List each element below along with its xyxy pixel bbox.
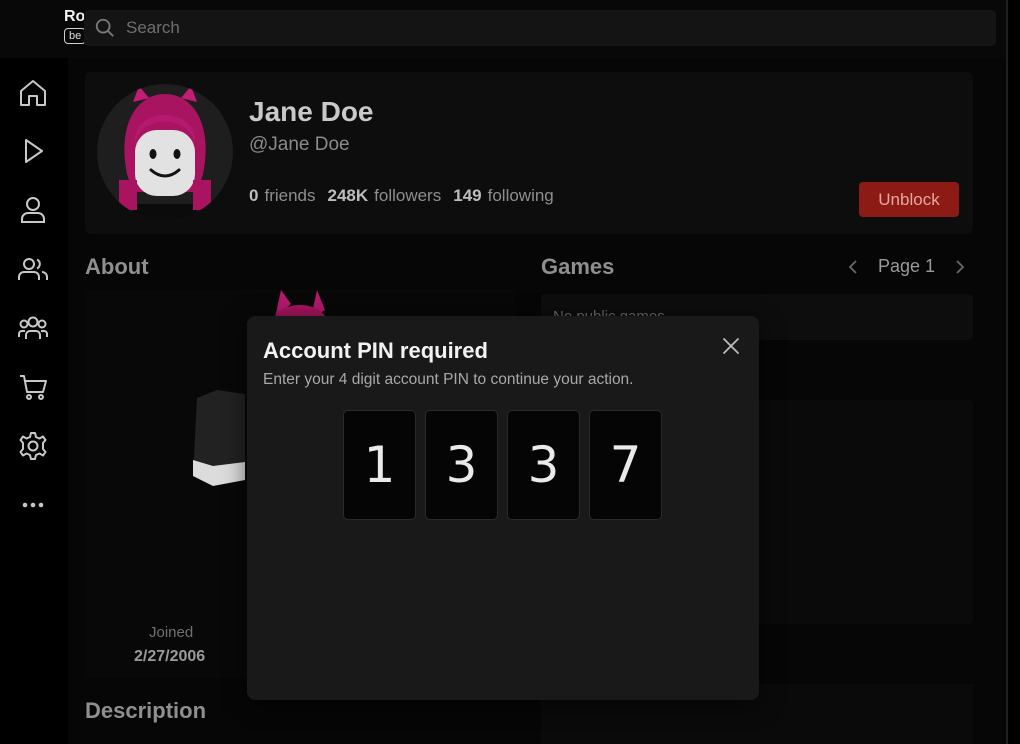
joined-date: 2/27/2006 bbox=[134, 648, 206, 665]
avatar[interactable] bbox=[97, 84, 233, 220]
chevron-left-icon[interactable] bbox=[844, 258, 862, 276]
profile-handle: @Jane Doe bbox=[249, 134, 350, 155]
sidebar-item-more[interactable] bbox=[15, 487, 51, 523]
profile-display-name: Jane Doe bbox=[249, 96, 374, 127]
close-icon bbox=[723, 338, 739, 354]
following-stat[interactable]: 149 following bbox=[453, 186, 554, 206]
sidebar-item-friends[interactable] bbox=[15, 251, 51, 287]
pin-input-group: 1 3 3 7 bbox=[343, 410, 662, 520]
modal-title: Account PIN required bbox=[263, 338, 488, 363]
groups-icon bbox=[18, 316, 48, 339]
person-icon bbox=[21, 197, 45, 223]
followers-stat[interactable]: 248K followers bbox=[328, 186, 442, 206]
friends-stat[interactable]: 0 friends bbox=[249, 186, 316, 206]
avatar-image bbox=[119, 86, 211, 220]
sidebar-item-profile[interactable] bbox=[15, 192, 51, 228]
pin-modal: Account PIN required Enter your 4 digit … bbox=[247, 316, 759, 700]
pin-digit-input[interactable]: 7 bbox=[589, 410, 662, 520]
following-label: following bbox=[487, 186, 554, 205]
following-count: 149 bbox=[453, 186, 482, 205]
unblock-button[interactable]: Unblock bbox=[859, 182, 959, 217]
games-pager: Page 1 bbox=[844, 256, 969, 277]
followers-count: 248K bbox=[327, 186, 369, 205]
sidebar-item-play[interactable] bbox=[15, 133, 51, 169]
search-bar[interactable] bbox=[84, 10, 996, 46]
friends-label: friends bbox=[264, 186, 316, 205]
games-title: Games bbox=[541, 254, 615, 279]
top-bar: Ro be bbox=[0, 0, 1006, 58]
home-icon bbox=[20, 80, 46, 106]
play-icon bbox=[25, 139, 43, 163]
pin-digit-input[interactable]: 1 bbox=[343, 410, 416, 520]
sidebar-item-settings[interactable] bbox=[15, 428, 51, 464]
search-icon bbox=[95, 18, 114, 37]
chevron-right-icon[interactable] bbox=[951, 258, 969, 276]
friends-count: 0 bbox=[249, 186, 259, 205]
window-edge-strip bbox=[1008, 0, 1020, 744]
gear-icon bbox=[19, 432, 47, 460]
sidebar-item-groups[interactable] bbox=[15, 310, 51, 346]
about-title: About bbox=[85, 254, 149, 279]
modal-subtitle: Enter your 4 digit account PIN to contin… bbox=[263, 371, 634, 388]
search-input[interactable] bbox=[126, 18, 926, 38]
joined-label: Joined bbox=[149, 624, 194, 641]
friends-icon bbox=[18, 258, 48, 280]
more-icon bbox=[22, 502, 44, 508]
pin-digit-input[interactable]: 3 bbox=[425, 410, 498, 520]
sidebar-item-home[interactable] bbox=[15, 75, 51, 111]
close-button[interactable] bbox=[717, 332, 745, 360]
profile-header: Jane Doe @Jane Doe 0 friends 248K follower… bbox=[85, 72, 973, 234]
description-title: Description bbox=[85, 698, 207, 723]
profile-stats: 0 friends 248K followers 149 following bbox=[249, 186, 554, 206]
followers-label: followers bbox=[374, 186, 442, 205]
cart-icon bbox=[20, 375, 47, 400]
logo-badge: be bbox=[64, 28, 87, 44]
page-indicator: Page 1 bbox=[878, 256, 936, 276]
pin-digit-input[interactable]: 3 bbox=[507, 410, 580, 520]
sidebar-item-shop[interactable] bbox=[15, 369, 51, 405]
sidebar bbox=[0, 58, 68, 744]
